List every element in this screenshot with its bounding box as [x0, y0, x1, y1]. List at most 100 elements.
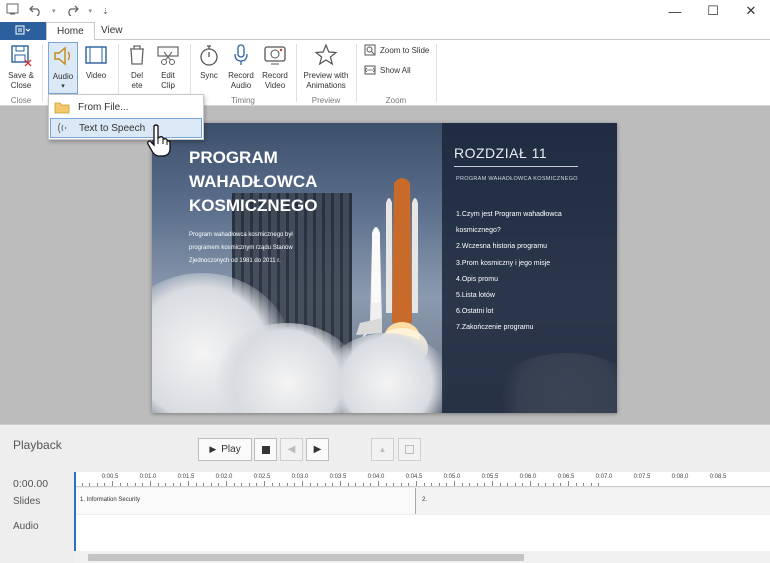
- delete-button[interactable]: Del ete: [124, 42, 150, 91]
- menu-item-from-file[interactable]: From File...: [50, 97, 202, 117]
- slide-canvas[interactable]: PROGRAM WAHADŁOWCA KOSMICZNEGO Program w…: [152, 123, 617, 413]
- ribbon-separator: [42, 44, 43, 102]
- group-label-timing: Timing: [231, 96, 255, 105]
- next-button[interactable]: ▶: [306, 438, 329, 461]
- file-menu-button[interactable]: [0, 22, 46, 40]
- undo-dropdown-icon[interactable]: ▾: [52, 7, 56, 15]
- ruler-tick-mark: [172, 483, 174, 486]
- slide-body-text: Program wahadłowca kosmicznego był progr…: [189, 232, 293, 264]
- redo-dropdown-icon[interactable]: ▾: [89, 7, 93, 15]
- ruler-tick-mark: [438, 483, 440, 486]
- ruler-tick-mark: [317, 483, 319, 486]
- stop-icon: [261, 445, 270, 454]
- ruler-tick-label: 0:06.5: [557, 474, 575, 480]
- menu-item-text-to-speech[interactable]: Text to Speech: [50, 118, 202, 138]
- stop-button[interactable]: [254, 438, 277, 461]
- track-label-slides: Slides: [13, 496, 41, 507]
- ruler-tick-label: 0:03.5: [329, 474, 347, 480]
- app-icon: [6, 3, 19, 19]
- zoom-to-slide-button[interactable]: Zoom to Slide: [364, 44, 429, 56]
- tab-home[interactable]: Home: [46, 22, 95, 41]
- playback-panel: Playback ▶ Play ◀ ▶ ▲ 0:00.00 Slides Aud…: [0, 424, 770, 563]
- ruler-tick-label: 0:02.0: [215, 474, 233, 480]
- preview-label-1: Preview with: [303, 71, 349, 80]
- slide-clip[interactable]: 1. Information Security: [74, 488, 416, 514]
- save-close-label-1: Save &: [8, 71, 34, 80]
- redo-icon[interactable]: [66, 4, 79, 19]
- record-audio-label-1: Record: [228, 71, 254, 80]
- hand-cursor-icon: [147, 124, 171, 157]
- ruler-tick-mark: [119, 483, 121, 486]
- arrow-up-icon: ▲: [378, 445, 387, 454]
- audio-button[interactable]: Audio ▾: [48, 42, 78, 94]
- ruler-tick-mark: [378, 481, 379, 486]
- slide-clip[interactable]: 2.: [416, 488, 770, 514]
- minimize-icon[interactable]: —: [656, 0, 694, 22]
- ruler-tick-mark: [294, 483, 296, 486]
- sync-button[interactable]: Sync: [196, 42, 222, 81]
- ribbon-separator: [356, 44, 357, 102]
- group-label-preview: Preview: [311, 96, 341, 105]
- audio-track[interactable]: [74, 515, 770, 551]
- ribbon-tabs: Home View: [0, 22, 770, 41]
- customize-qat-icon[interactable]: ⇣: [102, 7, 109, 16]
- ruler-tick-mark: [134, 483, 136, 486]
- chapter-divider: [454, 166, 578, 167]
- time-readout: 0:00.00: [13, 478, 49, 490]
- ruler-tick-label: 0:06.0: [519, 474, 537, 480]
- timeline-ruler[interactable]: 0:00.5 0:01.0 0:01.5 0:02.0 0:02.5 0:03.0 0:03…: [74, 472, 770, 487]
- timeline-scrollbar[interactable]: [74, 551, 770, 563]
- slide-title-line: KOSMICZNEGO: [189, 196, 318, 215]
- film-icon: [83, 42, 109, 68]
- text-to-speech-label: Text to Speech: [79, 122, 146, 134]
- menu-icon: [15, 25, 31, 38]
- record-audio-label-2: Audio: [230, 81, 252, 90]
- close-icon[interactable]: ✕: [732, 0, 770, 22]
- ruler-tick-mark: [302, 481, 303, 486]
- preview-animations-button[interactable]: Preview with Animations: [300, 42, 352, 91]
- ruler-tick-mark: [264, 481, 265, 486]
- title-bar: ▾ ▾ ⇣ — ☐ ✕: [0, 0, 770, 22]
- ruler-tick-mark: [180, 483, 182, 486]
- ruler-tick-mark: [355, 483, 357, 486]
- ruler-tick-mark: [499, 483, 501, 486]
- chapter-subheading: PROGRAM WAHADŁOWCA KOSMICZNEGO: [456, 176, 578, 182]
- fit-button[interactable]: [398, 438, 421, 461]
- save-close-button[interactable]: Save & Close: [4, 42, 38, 91]
- delete-label-1: Del: [130, 71, 143, 80]
- record-video-button[interactable]: Record Video: [260, 42, 290, 91]
- ruler-tick-label: 0:01.0: [139, 474, 157, 480]
- playhead[interactable]: [74, 472, 76, 552]
- ruler-tick-mark: [127, 483, 129, 486]
- ruler-tick-label: 0:04.5: [405, 474, 423, 480]
- ruler-tick-mark: [545, 483, 547, 486]
- ruler-tick-mark: [226, 481, 227, 486]
- previous-button[interactable]: ◀: [280, 438, 303, 461]
- record-audio-button[interactable]: Record Audio: [226, 42, 256, 91]
- slide-workspace: PROGRAM WAHADŁOWCA KOSMICZNEGO Program w…: [0, 106, 770, 424]
- ruler-tick-mark: [560, 483, 562, 486]
- ruler-tick-mark: [598, 483, 600, 486]
- ruler-tick-label: 0:08.5: [709, 474, 727, 480]
- ruler-tick-mark: [233, 483, 235, 486]
- play-button[interactable]: ▶ Play: [198, 438, 252, 461]
- chapter-list-item: 6.Ostatni lot: [456, 308, 494, 316]
- record-video-label-2: Video: [264, 81, 286, 90]
- move-up-button[interactable]: ▲: [371, 438, 394, 461]
- maximize-icon[interactable]: ☐: [694, 0, 732, 22]
- playback-title: Playback: [13, 438, 62, 452]
- undo-icon[interactable]: [29, 4, 42, 19]
- edit-clip-button[interactable]: Edit Clip: [154, 42, 182, 91]
- ruler-tick-mark: [400, 483, 402, 486]
- ruler-tick-mark: [324, 483, 326, 486]
- video-button[interactable]: Video: [82, 42, 110, 81]
- ruler-tick-label: 0:05.5: [481, 474, 499, 480]
- ruler-tick-label: 0:02.5: [253, 474, 271, 480]
- tab-view[interactable]: View: [91, 22, 133, 41]
- scrollbar-thumb[interactable]: [88, 554, 524, 561]
- ruler-tick-mark: [530, 481, 531, 486]
- ruler-tick-mark: [469, 483, 471, 486]
- preview-label-2: Animations: [306, 81, 346, 90]
- ruler-tick-mark: [583, 483, 585, 486]
- show-all-button[interactable]: Show All: [364, 64, 411, 76]
